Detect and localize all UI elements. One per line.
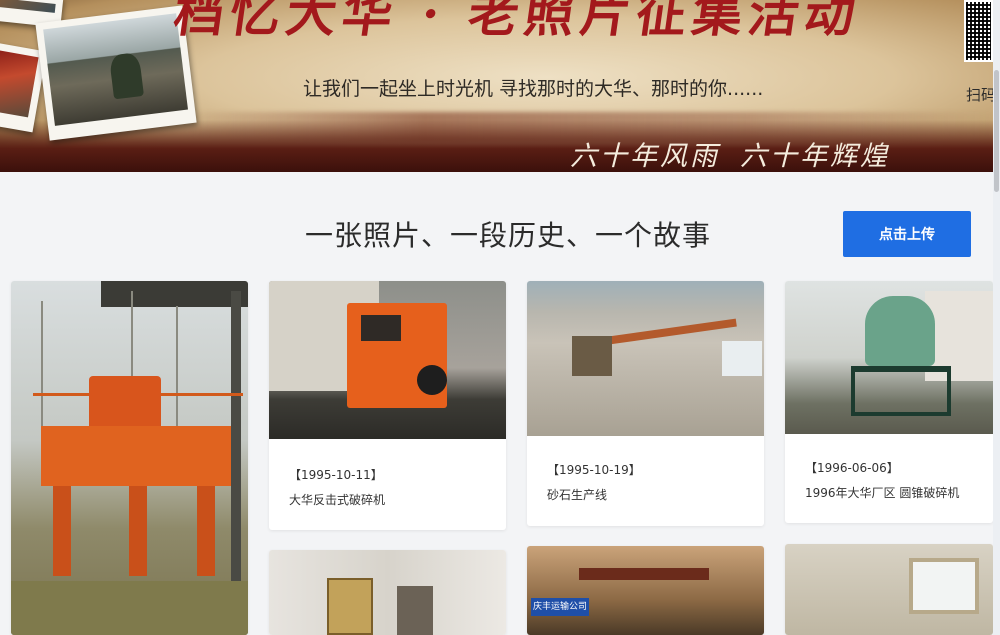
banner-subtitle: 让我们一起坐上时光机 寻找那时的大华、那时的你...... [303,78,764,100]
photo-signboard: 庆丰运输公司 [531,598,589,616]
banner-slogan: 六十年辉煌 [740,141,890,172]
card-photo[interactable] [785,544,993,635]
section-title: 一张照片、一段历史、一个故事 [305,219,712,252]
page-scrollbar[interactable] [993,0,1000,635]
card-photo[interactable] [527,281,764,436]
scrollbar-thumb[interactable] [994,70,999,192]
card-caption[interactable]: 砂石生产线 [547,486,607,503]
photo-card[interactable] [269,550,506,635]
card-photo[interactable] [269,281,506,439]
photo-card[interactable] [785,544,993,635]
card-date: 【1995-10-11】 [289,468,383,482]
upload-button[interactable]: 点击上传 [843,211,971,257]
card-photo[interactable] [269,550,506,635]
card-date: 【1996-06-06】 [805,461,899,475]
banner-slogan: 六十年风雨 [570,141,720,172]
card-photo[interactable] [11,281,248,635]
photo-card[interactable]: 【1996-06-06】 1996年大华厂区 圆锥破碎机 [785,281,993,523]
photo-card[interactable] [11,281,248,635]
card-caption[interactable]: 1996年大华厂区 圆锥破碎机 [805,484,959,501]
banner: 档忆大华 · 老照片征集活动 让我们一起坐上时光机 寻找那时的大华、那时的你..… [0,0,993,172]
photo-card[interactable]: 庆丰运输公司 [527,546,764,635]
banner-title: 档忆大华 · 老照片征集活动 [170,0,865,43]
qr-label: 扫码 [966,86,993,104]
card-photo[interactable]: 庆丰运输公司 [527,546,764,635]
card-photo[interactable] [785,281,993,434]
card-caption[interactable]: 大华反击式破碎机 [289,491,385,508]
photo-card[interactable]: 【1995-10-11】 大华反击式破碎机 [269,281,506,530]
photo-card[interactable]: 【1995-10-19】 砂石生产线 [527,281,764,526]
card-date: 【1995-10-19】 [547,463,641,477]
qr-code-icon[interactable] [964,0,993,62]
